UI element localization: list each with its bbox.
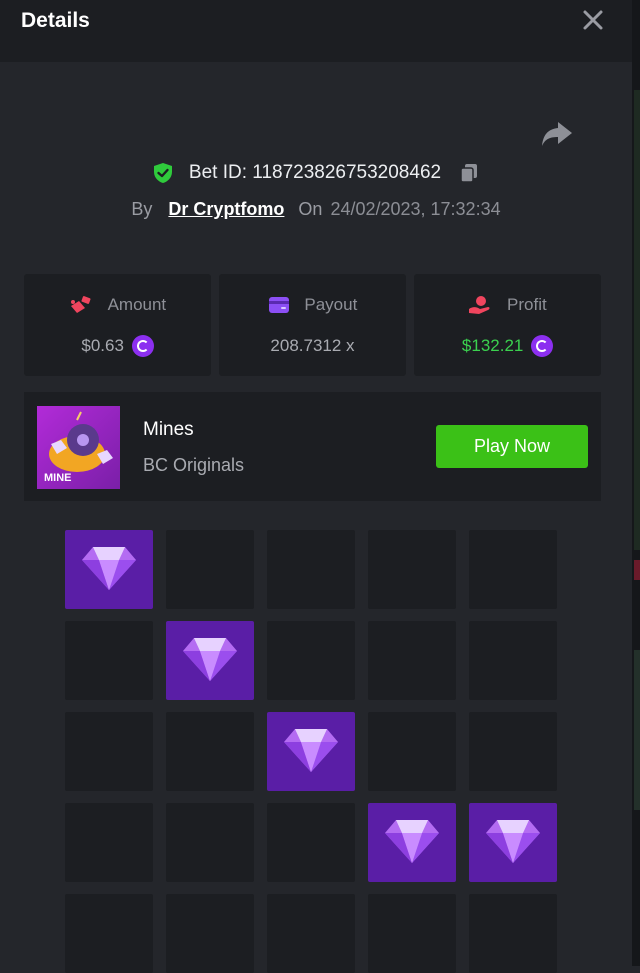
mine-tile[interactable]	[469, 621, 557, 700]
profit-value: $132.21	[461, 336, 524, 355]
payout-label: Payout	[304, 294, 358, 314]
user-link[interactable]: Dr Cryptfomo	[168, 199, 284, 219]
mine-tile[interactable]	[65, 803, 153, 882]
mine-tile[interactable]	[65, 712, 153, 791]
mine-tile[interactable]	[368, 712, 456, 791]
diamond-icon	[385, 820, 439, 863]
mine-tile[interactable]	[166, 530, 254, 609]
mine-tile[interactable]	[267, 530, 355, 609]
diamond-icon	[183, 638, 237, 681]
payout-card: Payout 208.7312 x	[219, 274, 406, 376]
diamond-icon	[284, 729, 338, 772]
amount-card: Amount $0.63	[24, 274, 211, 376]
mine-tile-gem[interactable]	[469, 803, 557, 882]
mine-tile[interactable]	[65, 621, 153, 700]
page-title: Details	[21, 9, 90, 32]
background-edge	[632, 0, 640, 966]
profit-card: Profit $132.21	[414, 274, 601, 376]
bet-datetime: 24/02/2023, 17:32:34	[330, 199, 501, 219]
coin-icon	[531, 335, 554, 357]
mine-tile[interactable]	[368, 894, 456, 973]
amount-label: Amount	[107, 294, 167, 314]
mine-tile[interactable]	[166, 803, 254, 882]
close-icon[interactable]	[581, 8, 605, 32]
game-thumbnail[interactable]: MINE	[37, 406, 120, 489]
bet-id-row: Bet ID: 118723826753208462	[0, 162, 632, 188]
profit-hand-icon	[469, 295, 490, 314]
mine-tile[interactable]	[166, 894, 254, 973]
mine-tile[interactable]	[166, 712, 254, 791]
on-label: On	[298, 199, 323, 219]
amount-icon	[70, 295, 91, 313]
diamond-icon	[486, 820, 540, 863]
mine-tile[interactable]	[368, 530, 456, 609]
payout-value: 208.7312 x	[270, 335, 355, 355]
mine-tile-gem[interactable]	[368, 803, 456, 882]
game-provider: BC Originals	[143, 455, 245, 475]
mine-tile[interactable]	[267, 803, 355, 882]
mine-tile[interactable]	[469, 894, 557, 973]
mine-tile[interactable]	[469, 712, 557, 791]
wallet-icon	[268, 296, 289, 313]
mine-tile[interactable]	[368, 621, 456, 700]
mine-tile[interactable]	[65, 894, 153, 973]
game-thumb-label: MINE	[44, 472, 72, 484]
game-info: MINE Mines BC Originals Play Now	[24, 392, 601, 501]
by-label: By	[131, 199, 153, 219]
mine-tile-gem[interactable]	[65, 530, 153, 609]
mine-tile-gem[interactable]	[267, 712, 355, 791]
share-icon[interactable]	[540, 120, 574, 148]
shield-check-icon	[153, 163, 172, 183]
mine-tile[interactable]	[469, 530, 557, 609]
mine-tile[interactable]	[267, 894, 355, 973]
amount-value: $0.63	[81, 336, 124, 355]
details-header: Details	[0, 0, 632, 62]
mine-tile-gem[interactable]	[166, 621, 254, 700]
game-name: Mines	[143, 419, 194, 440]
bet-author-row: By Dr Cryptfomo On 24/02/2023, 17:32:34	[0, 199, 632, 223]
bet-id-value: 118723826753208462	[252, 162, 442, 183]
copy-icon[interactable]	[458, 162, 480, 184]
bet-id-label: Bet ID:	[188, 162, 247, 183]
play-now-button[interactable]: Play Now	[436, 425, 588, 468]
diamond-icon	[82, 547, 136, 590]
profit-label: Profit	[507, 294, 547, 314]
coin-icon	[131, 335, 154, 357]
mine-tile[interactable]	[267, 621, 355, 700]
